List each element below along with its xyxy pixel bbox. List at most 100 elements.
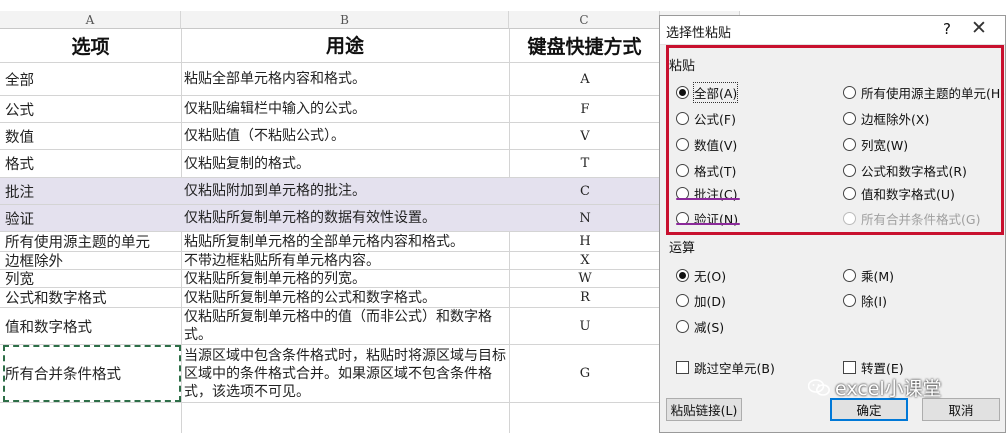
cell-shortcut[interactable]: T <box>510 150 660 177</box>
cell-option[interactable]: 格式 <box>5 150 181 177</box>
radio-paste-column-widths[interactable]: 列宽(W) <box>843 135 908 154</box>
radio-label: 列宽(W) <box>861 138 909 153</box>
table-row: 列宽 仅粘贴所复制单元格的列宽。 W <box>0 270 660 288</box>
radio-paste-comments[interactable]: 批注(C) <box>676 184 737 203</box>
close-icon[interactable]: ✕ <box>971 17 987 39</box>
table-row-highlighted: 批注 仅粘贴附加到单元格的批注。 C <box>0 178 660 205</box>
radio-label: 验证(N) <box>694 212 739 227</box>
cell-option[interactable]: 验证 <box>5 205 181 231</box>
cell-shortcut[interactable]: X <box>510 252 660 269</box>
radio-icon <box>843 269 856 282</box>
cell-option[interactable]: 公式和数字格式 <box>5 288 181 307</box>
cancel-button[interactable]: 取消 <box>922 398 1000 421</box>
column-header-c[interactable]: C <box>509 11 660 29</box>
cell-usage[interactable]: 粘贴所复制单元格的全部单元格内容和格式。 <box>184 232 509 251</box>
radio-label: 数值(V) <box>694 138 738 153</box>
help-icon[interactable]: ? <box>943 20 951 38</box>
radio-paste-formulas-number-formats[interactable]: 公式和数字格式(R) <box>843 161 967 180</box>
radio-label: 无(O) <box>694 269 727 284</box>
cell-shortcut[interactable]: N <box>510 205 660 231</box>
cell-shortcut[interactable]: C <box>510 178 660 204</box>
watermark: excel小课堂 <box>808 374 942 401</box>
radio-icon <box>843 164 856 177</box>
radio-paste-formats[interactable]: 格式(T) <box>676 161 736 180</box>
column-header-b[interactable]: B <box>181 11 509 29</box>
ok-button[interactable]: 确定 <box>830 398 908 421</box>
dialog-titlebar[interactable]: 选择性粘贴 ? ✕ <box>660 16 1005 45</box>
checkbox-skip-blanks[interactable]: 跳过空单元(B) <box>676 358 775 377</box>
cell-shortcut[interactable]: H <box>510 232 660 251</box>
radio-op-none[interactable]: 无(O) <box>676 266 726 285</box>
cell-usage[interactable]: 仅粘贴附加到单元格的批注。 <box>184 178 509 204</box>
table-row: 数值 仅粘贴值（不粘贴公式）。 V <box>0 123 660 150</box>
radio-paste-source-theme[interactable]: 所有使用源主题的单元(H) <box>843 83 1005 102</box>
radio-paste-formulas[interactable]: 公式(F) <box>676 109 736 128</box>
cell-option[interactable]: 所有使用源主题的单元 <box>5 232 181 251</box>
radio-op-multiply[interactable]: 乘(M) <box>843 266 894 285</box>
cell-option[interactable]: 全部 <box>5 63 181 95</box>
cell-shortcut[interactable]: R <box>510 288 660 307</box>
cell-usage[interactable]: 仅粘贴所复制单元格的列宽。 <box>184 270 509 287</box>
radio-label: 全部(A) <box>692 82 739 103</box>
cell-usage[interactable]: 粘贴全部单元格内容和格式。 <box>184 63 509 95</box>
radio-icon <box>843 86 856 99</box>
cell-shortcut[interactable]: G <box>510 345 660 402</box>
radio-icon <box>843 294 856 307</box>
radio-label: 值和数字格式(U) <box>861 187 955 202</box>
dialog-title: 选择性粘贴 <box>666 26 732 41</box>
table-row: 全部 粘贴全部单元格内容和格式。 A <box>0 63 660 96</box>
radio-op-divide[interactable]: 除(I) <box>843 291 887 310</box>
cell-usage[interactable]: 仅粘贴所复制单元格的公式和数字格式。 <box>184 288 509 307</box>
cell-usage[interactable]: 仅粘贴值（不粘贴公式）。 <box>184 123 509 149</box>
radio-op-subtract[interactable]: 减(S) <box>676 317 724 336</box>
checkbox-icon <box>843 361 856 374</box>
radio-paste-merge-conditional[interactable]: 所有合并条件格式(G) <box>843 209 980 228</box>
cell-shortcut[interactable]: V <box>510 123 660 149</box>
header-option[interactable]: 选项 <box>0 29 181 62</box>
radio-icon <box>843 112 856 125</box>
radio-selected-icon <box>676 269 689 282</box>
table-row: 公式 仅粘贴编辑栏中输入的公式。 F <box>0 96 660 123</box>
cell-usage[interactable]: 不带边框粘贴所有单元格内容。 <box>184 252 509 269</box>
cell-option[interactable]: 列宽 <box>5 270 181 287</box>
paste-link-button[interactable]: 粘贴链接(L) <box>666 398 742 421</box>
radio-op-add[interactable]: 加(D) <box>676 291 726 310</box>
cell-option[interactable]: 批注 <box>5 178 181 204</box>
cell-option[interactable]: 公式 <box>5 96 181 122</box>
table-row-highlighted: 验证 仅粘贴所复制单元格的数据有效性设置。 N <box>0 205 660 232</box>
radio-label: 所有合并条件格式(G) <box>861 212 981 227</box>
radio-selected-icon <box>676 86 689 99</box>
radio-label: 加(D) <box>694 294 726 309</box>
cell-option[interactable]: 边框除外 <box>5 252 181 269</box>
radio-paste-all[interactable]: 全部(A) <box>676 82 739 103</box>
cell-usage[interactable]: 仅粘贴复制的格式。 <box>184 150 509 177</box>
radio-paste-validation[interactable]: 验证(N) <box>676 209 738 228</box>
radio-icon <box>676 138 689 151</box>
cell-usage[interactable]: 仅粘贴编辑栏中输入的公式。 <box>184 96 509 122</box>
radio-paste-values-number-formats[interactable]: 值和数字格式(U) <box>843 184 955 203</box>
cell-usage[interactable]: 仅粘贴所复制单元格的数据有效性设置。 <box>184 205 509 231</box>
radio-icon <box>676 112 689 125</box>
radio-label: 乘(M) <box>861 269 895 284</box>
cell-shortcut[interactable]: W <box>510 270 660 287</box>
cell-usage[interactable]: 仅粘贴所复制单元格中的值（而非公式）和数字格式。 <box>184 308 509 344</box>
radio-paste-values[interactable]: 数值(V) <box>676 135 737 154</box>
radio-label: 格式(T) <box>694 164 737 179</box>
column-header-a[interactable]: A <box>0 11 181 29</box>
radio-label: 减(S) <box>694 320 725 335</box>
cell-option[interactable]: 数值 <box>5 123 181 149</box>
cell-option[interactable]: 所有合并条件格式 <box>5 345 181 402</box>
cell-shortcut[interactable]: A <box>510 63 660 95</box>
cell-shortcut[interactable]: U <box>510 308 660 344</box>
underline-annotation <box>676 223 740 225</box>
radio-paste-no-borders[interactable]: 边框除外(X) <box>843 109 929 128</box>
radio-icon <box>843 212 856 225</box>
wechat-icon <box>808 378 830 396</box>
cell-shortcut[interactable]: F <box>510 96 660 122</box>
header-shortcut[interactable]: 键盘快捷方式 <box>509 29 660 62</box>
cell-usage[interactable]: 当源区域中包含条件格式时，粘贴时将源区域与目标区域中的条件格式合并。如果源区域不… <box>184 345 509 402</box>
header-usage[interactable]: 用途 <box>181 29 509 62</box>
cell-option[interactable]: 值和数字格式 <box>5 308 181 344</box>
table-row: 公式和数字格式 仅粘贴所复制单元格的公式和数字格式。 R <box>0 288 660 308</box>
operation-group-label: 运算 <box>669 241 696 256</box>
